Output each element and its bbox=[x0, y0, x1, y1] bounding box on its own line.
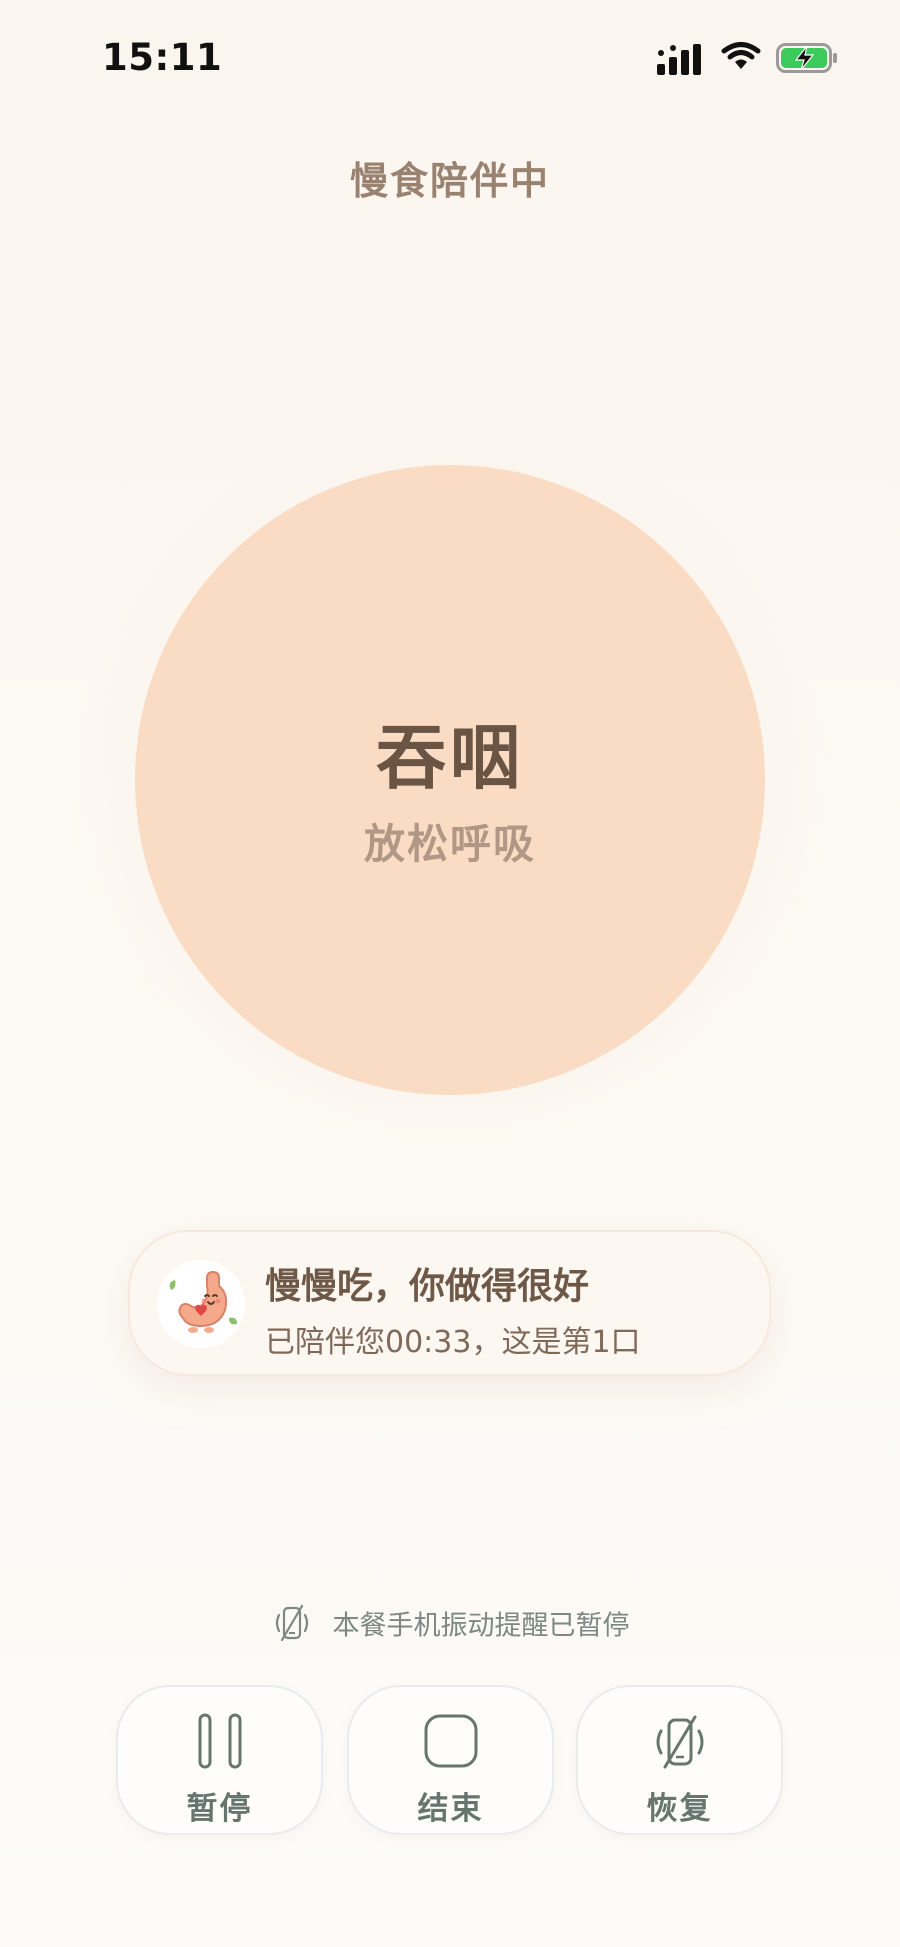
encouragement-title: 慢慢吃，你做得很好 bbox=[265, 1266, 590, 1307]
pause-button[interactable]: 暂停 bbox=[116, 1685, 323, 1835]
pause-button-label: 暂停 bbox=[186, 1791, 253, 1827]
encouragement-subtitle: 已陪伴您00:33，这是第1口 bbox=[265, 1325, 641, 1360]
vibration-off-icon bbox=[275, 1604, 308, 1642]
mascot-avatar bbox=[157, 1260, 245, 1348]
breathing-sub-text: 放松呼吸 bbox=[364, 820, 536, 868]
vibration-notice-text: 本餐手机振动提醒已暂停 bbox=[332, 1610, 630, 1642]
breathing-circle: 吞咽 放松呼吸 bbox=[135, 465, 765, 1095]
vibration-off-icon bbox=[656, 1715, 703, 1769]
resume-button[interactable]: 恢复 bbox=[576, 1685, 783, 1835]
stomach-mascot-icon bbox=[169, 1270, 237, 1333]
resume-button-label: 恢复 bbox=[646, 1791, 713, 1827]
status-time: 15:11 bbox=[102, 36, 223, 79]
battery-charging-icon bbox=[776, 43, 837, 73]
cellular-signal-icon bbox=[657, 44, 701, 75]
end-button[interactable]: 结束 bbox=[347, 1685, 554, 1835]
wifi-icon bbox=[721, 42, 761, 69]
vibration-notice: 本餐手机振动提醒已暂停 bbox=[0, 1602, 900, 1644]
encouragement-card: 慢慢吃，你做得很好 已陪伴您00:33，这是第1口 bbox=[128, 1230, 771, 1376]
pause-icon bbox=[198, 1713, 241, 1769]
status-bar: 15:11 bbox=[0, 0, 900, 120]
end-button-label: 结束 bbox=[417, 1791, 484, 1827]
stop-icon bbox=[424, 1714, 477, 1768]
page-title: 慢食陪伴中 bbox=[349, 159, 550, 203]
breathing-main-text: 吞咽 bbox=[376, 717, 524, 799]
